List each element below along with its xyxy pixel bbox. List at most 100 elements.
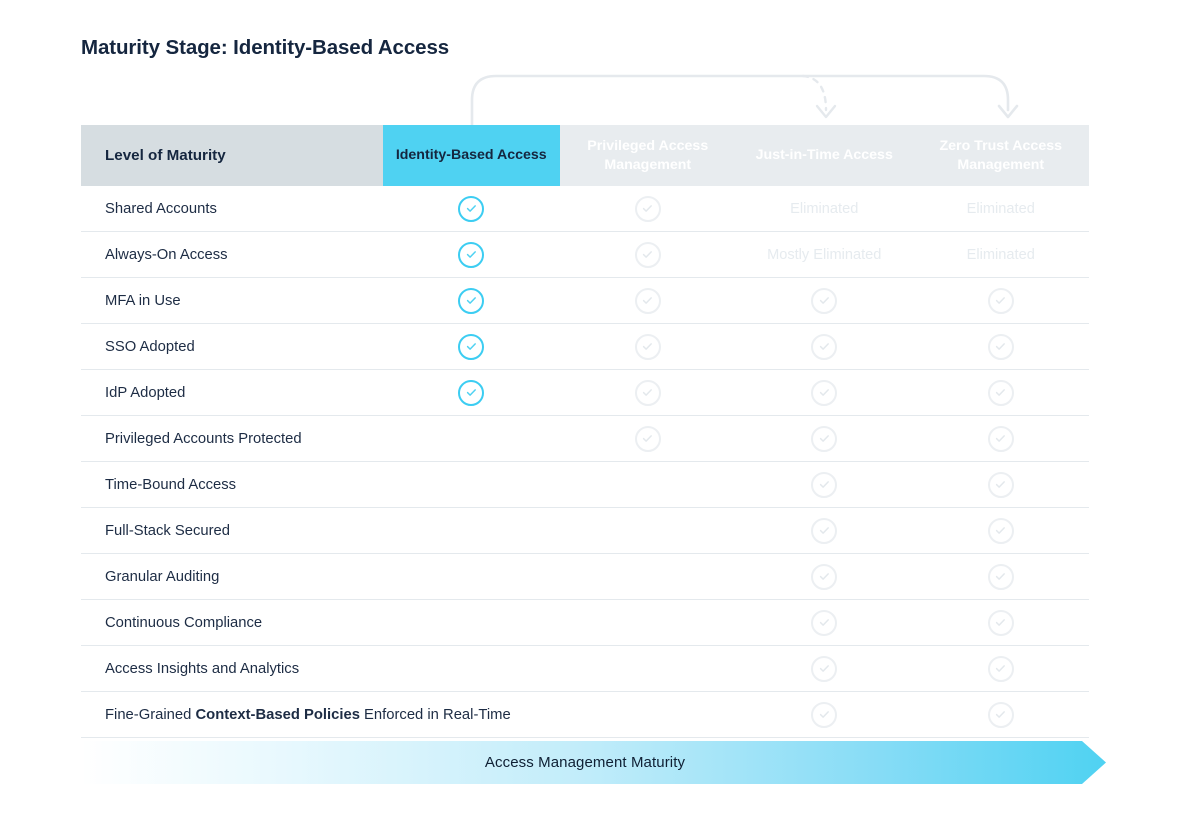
cell-status-text: Eliminated (790, 200, 859, 217)
cell-zero-trust-access-management (913, 563, 1090, 590)
row-label: SSO Adopted (105, 338, 195, 355)
maturity-bar-label: Access Management Maturity (484, 754, 686, 771)
header-column-identity-based-access[interactable]: Identity-Based Access (383, 125, 560, 186)
check-circle-muted-icon (811, 701, 838, 728)
table-row: Fine-Grained Context-Based Policies Enfo… (81, 692, 1089, 738)
maturity-table: Level of Maturity Identity-Based Access … (81, 125, 1089, 738)
check-circle-muted-icon (811, 655, 838, 682)
check-circle-filled-icon (458, 287, 485, 314)
check-circle-muted-icon (811, 425, 838, 452)
check-circle-muted-icon (634, 287, 661, 314)
check-circle-muted-icon (634, 379, 661, 406)
cell-zero-trust-access-management (913, 333, 1090, 360)
table-row: Shared Accounts Eliminated Eliminated (81, 186, 1089, 232)
table-row: Continuous Compliance (81, 600, 1089, 646)
cell-just-in-time-access (736, 471, 913, 498)
cell-privileged-access-management (560, 287, 737, 314)
check-circle-filled-icon (458, 379, 485, 406)
row-label: Shared Accounts (105, 200, 217, 217)
header-column-just-in-time-access[interactable]: Just-in-Time Access (736, 125, 913, 186)
cell-identity-based-access (383, 287, 560, 314)
cell-privileged-access-management (560, 425, 737, 452)
check-circle-muted-icon (987, 333, 1014, 360)
table-row: SSO Adopted (81, 324, 1089, 370)
cell-status-text: Mostly Eliminated (767, 246, 882, 263)
check-circle-muted-icon (987, 609, 1014, 636)
row-label: Time-Bound Access (105, 476, 237, 493)
cell-zero-trust-access-management (913, 655, 1090, 682)
cell-identity-based-access (383, 195, 560, 222)
cell-identity-based-access (383, 333, 560, 360)
cell-privileged-access-management (560, 241, 737, 268)
check-circle-muted-icon (811, 287, 838, 314)
row-label: Always-On Access (105, 246, 228, 263)
cell-identity-based-access (383, 379, 560, 406)
cell-just-in-time-access (736, 655, 913, 682)
table-row: Access Insights and Analytics (81, 646, 1089, 692)
row-label: Continuous Compliance (105, 614, 263, 631)
cell-just-in-time-access (736, 609, 913, 636)
row-label: Granular Auditing (105, 568, 220, 585)
cell-status-text: Eliminated (966, 246, 1035, 263)
progression-arrow-solid (470, 74, 1010, 127)
page-title: Maturity Stage: Identity-Based Access (81, 36, 450, 59)
row-label: Privileged Accounts Protected (105, 430, 302, 447)
cell-just-in-time-access (736, 563, 913, 590)
cell-zero-trust-access-management (913, 609, 1090, 636)
check-circle-muted-icon (811, 471, 838, 498)
cell-zero-trust-access-management (913, 701, 1090, 728)
check-circle-muted-icon (811, 609, 838, 636)
check-circle-filled-icon (458, 333, 485, 360)
check-circle-muted-icon (811, 379, 838, 406)
progression-arrow-dashed-head (815, 104, 837, 119)
check-circle-muted-icon (811, 333, 838, 360)
cell-just-in-time-access (736, 379, 913, 406)
check-circle-muted-icon (811, 517, 838, 544)
check-circle-muted-icon (987, 425, 1014, 452)
check-circle-muted-icon (987, 517, 1014, 544)
check-circle-muted-icon (987, 379, 1014, 406)
check-circle-muted-icon (987, 471, 1014, 498)
table-row: Always-On Access Mostly Eliminated Elimina… (81, 232, 1089, 278)
table-row: MFA in Use (81, 278, 1089, 324)
cell-status-text: Eliminated (966, 200, 1035, 217)
table-header-row: Level of Maturity Identity-Based Access … (81, 125, 1089, 186)
table-row: IdP Adopted (81, 370, 1089, 416)
check-circle-muted-icon (987, 287, 1014, 314)
cell-just-in-time-access (736, 333, 913, 360)
cell-zero-trust-access-management (913, 425, 1090, 452)
progression-arrow-dashed (801, 74, 828, 112)
cell-just-in-time-access (736, 287, 913, 314)
cell-privileged-access-management (560, 379, 737, 406)
check-circle-muted-icon (634, 195, 661, 222)
row-label: Full-Stack Secured (105, 522, 231, 539)
row-label: MFA in Use (105, 292, 181, 309)
cell-privileged-access-management (560, 195, 737, 222)
cell-privileged-access-management (560, 333, 737, 360)
row-label: Fine-Grained Context-Based Policies Enfo… (105, 706, 511, 723)
cell-zero-trust-access-management (913, 471, 1090, 498)
check-circle-muted-icon (634, 425, 661, 452)
cell-identity-based-access (383, 241, 560, 268)
check-circle-muted-icon (634, 241, 661, 268)
infographic-root: Maturity Stage: Identity-Based Access Le… (0, 0, 1200, 822)
cell-zero-trust-access-management (913, 379, 1090, 406)
check-circle-filled-icon (458, 195, 485, 222)
table-row: Full-Stack Secured (81, 508, 1089, 554)
row-label: IdP Adopted (105, 384, 186, 401)
table-row: Privileged Accounts Protected (81, 416, 1089, 462)
cell-just-in-time-access (736, 517, 913, 544)
cell-zero-trust-access-management (913, 287, 1090, 314)
header-column-zero-trust-access-management[interactable]: Zero Trust Access Management (912, 125, 1089, 186)
row-label: Access Insights and Analytics (105, 660, 300, 677)
table-row: Time-Bound Access (81, 462, 1089, 508)
maturity-progress-arrow: Access Management Maturity (81, 741, 1106, 784)
header-column-privileged-access-management[interactable]: Privileged Access Management (559, 125, 736, 186)
check-circle-muted-icon (987, 701, 1014, 728)
table-row: Granular Auditing (81, 554, 1089, 600)
table-body: Shared Accounts Eliminated Eliminated Alway… (81, 186, 1089, 738)
header-level-of-maturity: Level of Maturity (81, 125, 383, 186)
check-circle-muted-icon (987, 655, 1014, 682)
check-circle-filled-icon (458, 241, 485, 268)
cell-just-in-time-access (736, 701, 913, 728)
